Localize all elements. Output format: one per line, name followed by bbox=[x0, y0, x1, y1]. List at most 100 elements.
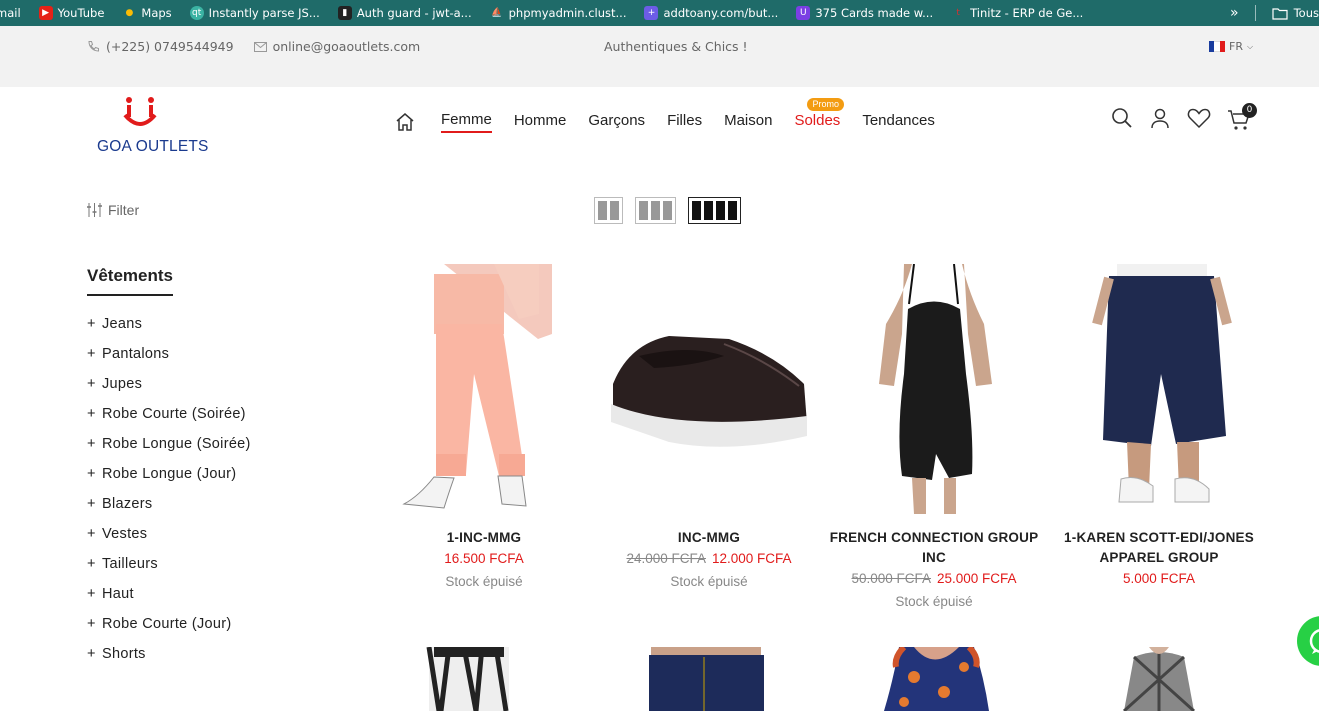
nav-homme[interactable]: Homme bbox=[514, 112, 567, 132]
category-label: Vestes bbox=[102, 526, 148, 542]
sidebar-title: Vêtements bbox=[87, 266, 173, 296]
bookmark-auth-guard[interactable]: ▮ Auth guard - jwt-a... bbox=[337, 6, 472, 20]
category-item-robe-longue-soiree[interactable]: + Robe Longue (Soirée) bbox=[87, 436, 251, 466]
product-image[interactable] bbox=[1049, 264, 1269, 514]
stock-status: Stock épuisé bbox=[670, 574, 748, 589]
france-flag-icon bbox=[1209, 41, 1225, 52]
nav-tendances[interactable]: Tendances bbox=[862, 112, 935, 132]
nav-filles[interactable]: Filles bbox=[667, 112, 702, 132]
grid-3-columns-icon[interactable] bbox=[635, 197, 676, 224]
product-title[interactable]: INC-MMG bbox=[599, 528, 819, 548]
search-icon[interactable] bbox=[1111, 107, 1133, 133]
logo-mark-icon bbox=[123, 97, 157, 126]
bookmark-cards[interactable]: U 375 Cards made w... bbox=[796, 6, 933, 20]
bookmarks-bar: mail ▶ YouTube ● Maps qt Instantly parse JS… bbox=[0, 0, 1319, 26]
wishlist-heart-icon[interactable] bbox=[1187, 107, 1211, 133]
nav-soldes[interactable]: Soldes Promo bbox=[794, 98, 844, 132]
plus-icon: + bbox=[87, 646, 96, 662]
pma-icon: ⛵ bbox=[491, 8, 503, 18]
category-item-jeans[interactable]: + Jeans bbox=[87, 316, 251, 346]
product-card[interactable] bbox=[1049, 647, 1269, 711]
folder-icon[interactable] bbox=[1272, 7, 1288, 20]
site-header: GOA OUTLETS Femme Homme Garçons Filles M… bbox=[0, 87, 1319, 167]
grid-4-columns-icon[interactable] bbox=[688, 197, 741, 224]
bookmark-youtube[interactable]: ▶ YouTube bbox=[38, 6, 104, 20]
whatsapp-chat-button[interactable] bbox=[1297, 616, 1319, 666]
qt-icon: qt bbox=[189, 6, 204, 20]
category-item-robe-courte-jour[interactable]: + Robe Courte (Jour) bbox=[87, 616, 251, 646]
category-label: Pantalons bbox=[102, 346, 170, 362]
product-card[interactable]: FRENCH CONNECTION GROUP INC 50.000 FCFA 2… bbox=[824, 264, 1044, 612]
product-card[interactable]: 1-KAREN SCOTT-EDI/JONES APPAREL GROUP 5.… bbox=[1049, 264, 1269, 590]
plus-icon: + bbox=[644, 6, 659, 20]
product-card[interactable] bbox=[599, 647, 819, 711]
product-image[interactable] bbox=[374, 264, 594, 514]
category-item-blazers[interactable]: + Blazers bbox=[87, 496, 251, 526]
category-label: Jeans bbox=[102, 316, 143, 332]
home-icon[interactable] bbox=[395, 113, 415, 131]
product-image[interactable] bbox=[599, 264, 819, 514]
bookmark-mail[interactable]: mail bbox=[0, 6, 21, 20]
logo[interactable]: GOA OUTLETS bbox=[96, 95, 209, 155]
bookmark-tinitz[interactable]: t Tinitz - ERP de Ge... bbox=[951, 6, 1083, 20]
phone-number: (+225) 0749544949 bbox=[106, 39, 234, 54]
product-prices: 24.000 FCFA 12.000 FCFA bbox=[599, 548, 819, 570]
bookmark-phpmyadmin[interactable]: ⛵ phpmyadmin.clust... bbox=[490, 6, 626, 20]
language-selector[interactable]: FR ⌵ bbox=[1209, 40, 1253, 53]
nav-garcons[interactable]: Garçons bbox=[588, 112, 645, 132]
header-actions: 0 bbox=[1111, 103, 1257, 133]
account-icon[interactable] bbox=[1149, 107, 1171, 133]
category-item-robe-courte-soiree[interactable]: + Robe Courte (Soirée) bbox=[87, 406, 251, 436]
category-item-shorts[interactable]: + Shorts bbox=[87, 646, 251, 676]
category-label: Shorts bbox=[102, 646, 146, 662]
product-card[interactable]: 1-INC-MMG 16.500 FCFA Stock épuisé bbox=[374, 264, 594, 592]
product-title[interactable]: 1-INC-MMG bbox=[374, 528, 594, 548]
cart-count-badge: 0 bbox=[1242, 103, 1257, 118]
plus-icon: + bbox=[87, 436, 96, 452]
bookmark-addtoany[interactable]: + addtoany.com/but... bbox=[644, 6, 778, 20]
whatsapp-icon bbox=[1309, 629, 1319, 654]
product-image[interactable] bbox=[374, 647, 594, 711]
product-image[interactable] bbox=[599, 647, 819, 711]
filter-label: Filter bbox=[108, 202, 140, 218]
phone-contact[interactable]: (+225) 0749544949 bbox=[87, 39, 234, 54]
product-card[interactable] bbox=[374, 647, 594, 711]
brand-name: GOA OUTLETS bbox=[97, 138, 209, 155]
category-label: Robe Longue (Jour) bbox=[102, 466, 237, 482]
nav-femme[interactable]: Femme bbox=[441, 111, 492, 133]
sale-price: 25.000 FCFA bbox=[937, 571, 1017, 586]
chevron-down-icon: ⌵ bbox=[1246, 41, 1254, 51]
product-image[interactable] bbox=[824, 647, 1044, 711]
product-title[interactable]: FRENCH CONNECTION GROUP INC bbox=[824, 528, 1044, 568]
category-item-jupes[interactable]: + Jupes bbox=[87, 376, 251, 406]
category-item-tailleurs[interactable]: + Tailleurs bbox=[87, 556, 251, 586]
product-card[interactable]: INC-MMG 24.000 FCFA 12.000 FCFA Stock épu… bbox=[599, 264, 819, 592]
category-item-haut[interactable]: + Haut bbox=[87, 586, 251, 616]
bookmark-qt[interactable]: qt Instantly parse JS... bbox=[189, 6, 320, 20]
category-item-robe-longue-jour[interactable]: + Robe Longue (Jour) bbox=[87, 466, 251, 496]
tinitz-icon: t bbox=[956, 8, 960, 18]
stock-status: Stock épuisé bbox=[445, 574, 523, 589]
plus-icon: + bbox=[87, 466, 96, 482]
bookmark-folder-all[interactable]: Tous bbox=[1294, 6, 1319, 20]
product-title[interactable]: 1-KAREN SCOTT-EDI/JONES APPAREL GROUP bbox=[1049, 528, 1269, 568]
tagline: Authentiques & Chics ! bbox=[604, 39, 748, 54]
phone-icon bbox=[88, 41, 99, 52]
original-price: 50.000 FCFA bbox=[851, 571, 931, 586]
nav-maison[interactable]: Maison bbox=[724, 112, 772, 132]
category-label: Tailleurs bbox=[102, 556, 158, 572]
category-item-vestes[interactable]: + Vestes bbox=[87, 526, 251, 556]
grid-2-columns-icon[interactable] bbox=[594, 197, 623, 224]
product-card[interactable] bbox=[824, 647, 1044, 711]
category-item-pantalons[interactable]: + Pantalons bbox=[87, 346, 251, 376]
bookmark-maps[interactable]: ● Maps bbox=[122, 6, 171, 20]
product-image[interactable] bbox=[1049, 647, 1269, 711]
grid-switch bbox=[594, 197, 741, 224]
chevron-double-right-icon[interactable]: » bbox=[1230, 5, 1239, 21]
filter-button[interactable]: Filter bbox=[87, 202, 139, 218]
email-contact[interactable]: online@goaoutlets.com bbox=[253, 39, 420, 54]
category-label: Jupes bbox=[102, 376, 143, 392]
plus-icon: + bbox=[87, 376, 96, 392]
product-image[interactable] bbox=[824, 264, 1044, 514]
promo-badge: Promo bbox=[807, 98, 844, 111]
